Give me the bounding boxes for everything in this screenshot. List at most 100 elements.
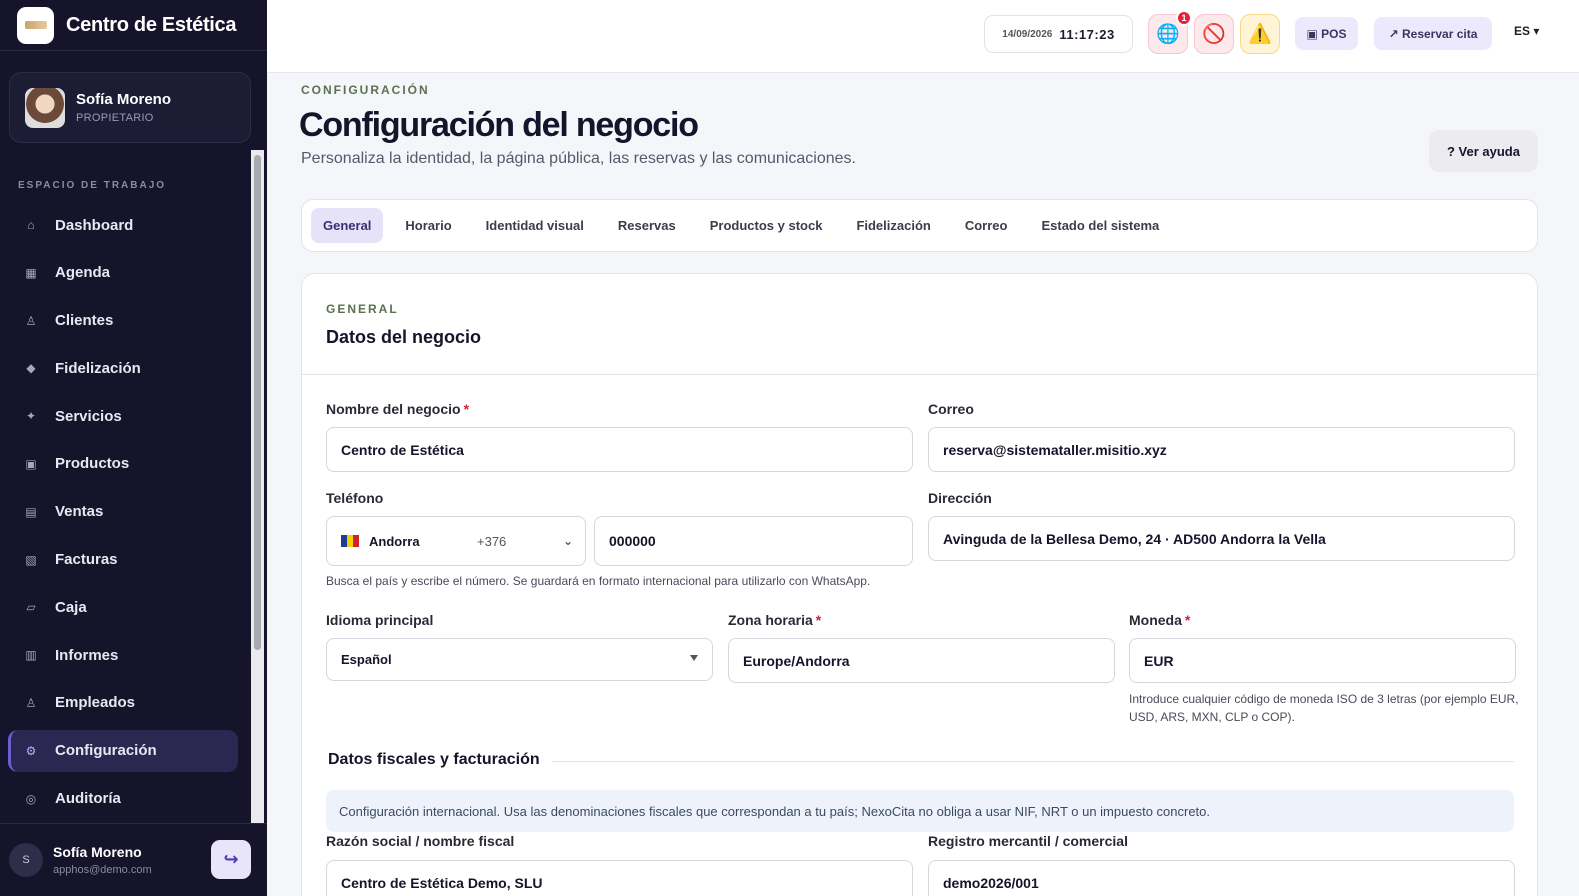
legal-name-label: Razón social / nombre fiscal <box>326 833 515 849</box>
nav-icon: ▱ <box>26 600 36 615</box>
required-marker: * <box>815 612 822 628</box>
sidebar-item-label: Servicios <box>55 407 122 425</box>
tab-correo[interactable]: Correo <box>953 208 1020 243</box>
brand-name: Centro de Estética <box>66 13 237 36</box>
registry-input[interactable]: demo2026/001 <box>928 860 1515 896</box>
tab-general[interactable]: General <box>311 208 384 243</box>
nav-icon: ▣ <box>25 456 37 471</box>
address-input[interactable]: Avinguda de la Bellesa Demo, 24 · AD500 … <box>928 516 1515 561</box>
nav-icon: ⚙ <box>25 743 37 758</box>
card-title: Datos del negocio <box>326 327 482 347</box>
tab-estado-del-sistema[interactable]: Estado del sistema <box>1029 208 1171 243</box>
sidebar-item-label: Configuración <box>55 742 157 760</box>
language-value: Español <box>341 652 392 667</box>
sidebar-item-facturas[interactable]: ▧ Facturas <box>8 539 238 581</box>
sidebar-item-empleados[interactable]: ♙ Empleados <box>8 682 238 724</box>
tab-horario[interactable]: Horario <box>393 208 463 243</box>
datetime-display: 14/09/2026 11:17:23 <box>984 15 1133 53</box>
sidebar-item-label: Clientes <box>55 312 114 330</box>
business-name-label: Nombre del negocio * <box>326 401 469 417</box>
sidebar-item-dashboard[interactable]: ⌂ Dashboard <box>8 204 238 246</box>
nav-icon: ♙ <box>25 695 37 710</box>
sidebar-item-fidelizacion[interactable]: ◆ Fidelización <box>8 347 238 389</box>
language-select[interactable]: Español <box>326 638 713 681</box>
fiscal-section-title: Datos fiscales y facturación <box>328 751 540 768</box>
phone-label: Teléfono <box>326 490 384 506</box>
topbar: 14/09/2026 11:17:23 🌐 1 🚫 ⚠️ ▣ POS ↗ Res… <box>267 0 1579 73</box>
sidebar-item-ventas[interactable]: ▤ Ventas <box>8 491 238 533</box>
section-divider <box>552 761 1514 762</box>
sidebar-item-label: Fidelización <box>55 359 141 377</box>
brand[interactable]: Centro de Estética <box>0 0 267 51</box>
sidebar-item-caja[interactable]: ▱ Caja <box>8 586 238 628</box>
sidebar-item-agenda[interactable]: ▦ Agenda <box>8 252 238 294</box>
block-icon: 🚫 <box>1202 24 1226 45</box>
sidebar-scrollbar-thumb[interactable] <box>254 155 261 650</box>
nav-icon: ◆ <box>26 361 36 376</box>
required-marker: * <box>463 401 470 417</box>
page-title: Configuración del negocio <box>299 106 699 144</box>
sidebar-item-label: Auditoría <box>55 790 121 808</box>
tab-identidad-visual[interactable]: Identidad visual <box>474 208 596 243</box>
settings-tabs: General Horario Identidad visual Reservas Pr… <box>301 199 1538 252</box>
tab-reservas[interactable]: Reservas <box>606 208 688 243</box>
phone-dial-code: +376 <box>477 533 507 549</box>
phone-country-select[interactable]: Andorra +376 ⌄ <box>326 516 586 566</box>
sidebar-item-clientes[interactable]: ♙ Clientes <box>8 300 238 342</box>
sidebar-item-label: Productos <box>55 455 130 473</box>
globe-icon: 🌐 <box>1156 24 1180 45</box>
sidebar-item-informes[interactable]: ▥ Informes <box>8 634 238 676</box>
required-marker: * <box>1184 612 1191 628</box>
phone-number-input[interactable]: 000000 <box>594 516 913 566</box>
caret-down-icon <box>690 655 698 661</box>
nav-icon: ▥ <box>25 648 37 663</box>
sidebar-item-servicios[interactable]: ✦ Servicios <box>8 395 238 437</box>
sidebar-item-productos[interactable]: ▣ Productos <box>8 443 238 485</box>
nav-icon: ✦ <box>25 409 37 424</box>
registry-label: Registro mercantil / comercial <box>928 833 1128 849</box>
warning-button[interactable]: ⚠️ <box>1240 14 1280 54</box>
currency-input[interactable]: EUR <box>1129 638 1516 683</box>
sidebar-footer: S Sofía Moreno apphos@demo.com ↪ <box>0 823 267 896</box>
phone-country-name: Andorra <box>369 533 420 549</box>
sidebar-item-label: Agenda <box>55 264 111 282</box>
currency-help-text: Introduce cualquier código de moneda ISO… <box>1129 692 1519 724</box>
pos-button[interactable]: ▣ POS <box>1295 17 1358 50</box>
workspace-label: ESPACIO DE TRABAJO <box>18 180 167 191</box>
footer-user-email: apphos@demo.com <box>53 864 152 876</box>
sidebar-item-configuracion[interactable]: ⚙ Configuración <box>8 729 238 772</box>
sidebar-item-label: Facturas <box>55 551 118 569</box>
sidebar-item-auditoria[interactable]: ◎ Auditoría <box>8 778 238 820</box>
nav-icon: ▤ <box>25 504 37 519</box>
tab-fidelizacion[interactable]: Fidelización <box>844 208 942 243</box>
block-button[interactable]: 🚫 <box>1194 14 1234 54</box>
help-button[interactable]: ? Ver ayuda <box>1429 130 1538 172</box>
logout-icon: ↪ <box>223 849 239 869</box>
logout-button[interactable]: ↪ <box>211 840 251 879</box>
currency-label-text: Moneda <box>1129 612 1182 628</box>
main-content: CONFIGURACIÓN Configuración del negocio … <box>267 73 1579 896</box>
timezone-input[interactable]: Europe/Andorra <box>728 638 1115 683</box>
tab-productos-y-stock[interactable]: Productos y stock <box>698 208 835 243</box>
user-card[interactable]: Sofía Moreno PROPIETARIO <box>9 72 251 143</box>
general-settings-card: GENERAL Datos del negocio Nombre del neg… <box>301 273 1539 896</box>
card-eyebrow: GENERAL <box>326 302 399 316</box>
card-divider <box>302 374 1539 375</box>
business-name-input[interactable]: Centro de Estética <box>326 427 913 472</box>
footer-user-name: Sofía Moreno <box>53 844 142 860</box>
book-appointment-button[interactable]: ↗ Reservar cita <box>1374 17 1492 50</box>
chevron-down-icon: ⌄ <box>562 534 573 548</box>
email-input[interactable]: reserva@sistemataller.misitio.xyz <box>928 427 1515 472</box>
page-subtitle: Personaliza la identidad, la página públ… <box>301 150 856 167</box>
sidebar-item-label: Informes <box>55 646 119 664</box>
sidebar: Centro de Estética Sofía Moreno PROPIETA… <box>0 0 267 896</box>
legal-name-input[interactable]: Centro de Estética Demo, SLU <box>326 860 913 896</box>
footer-avatar: S <box>9 843 43 877</box>
timezone-label-text: Zona horaria <box>728 612 813 628</box>
user-role: PROPIETARIO <box>76 112 154 124</box>
fiscal-info-box: Configuración internacional. Usa las den… <box>326 790 1514 832</box>
current-date: 14/09/2026 <box>1002 28 1053 40</box>
user-avatar <box>25 87 65 128</box>
language-selector[interactable]: ES ▾ <box>1514 24 1539 38</box>
nav-icon: ▧ <box>25 552 37 567</box>
